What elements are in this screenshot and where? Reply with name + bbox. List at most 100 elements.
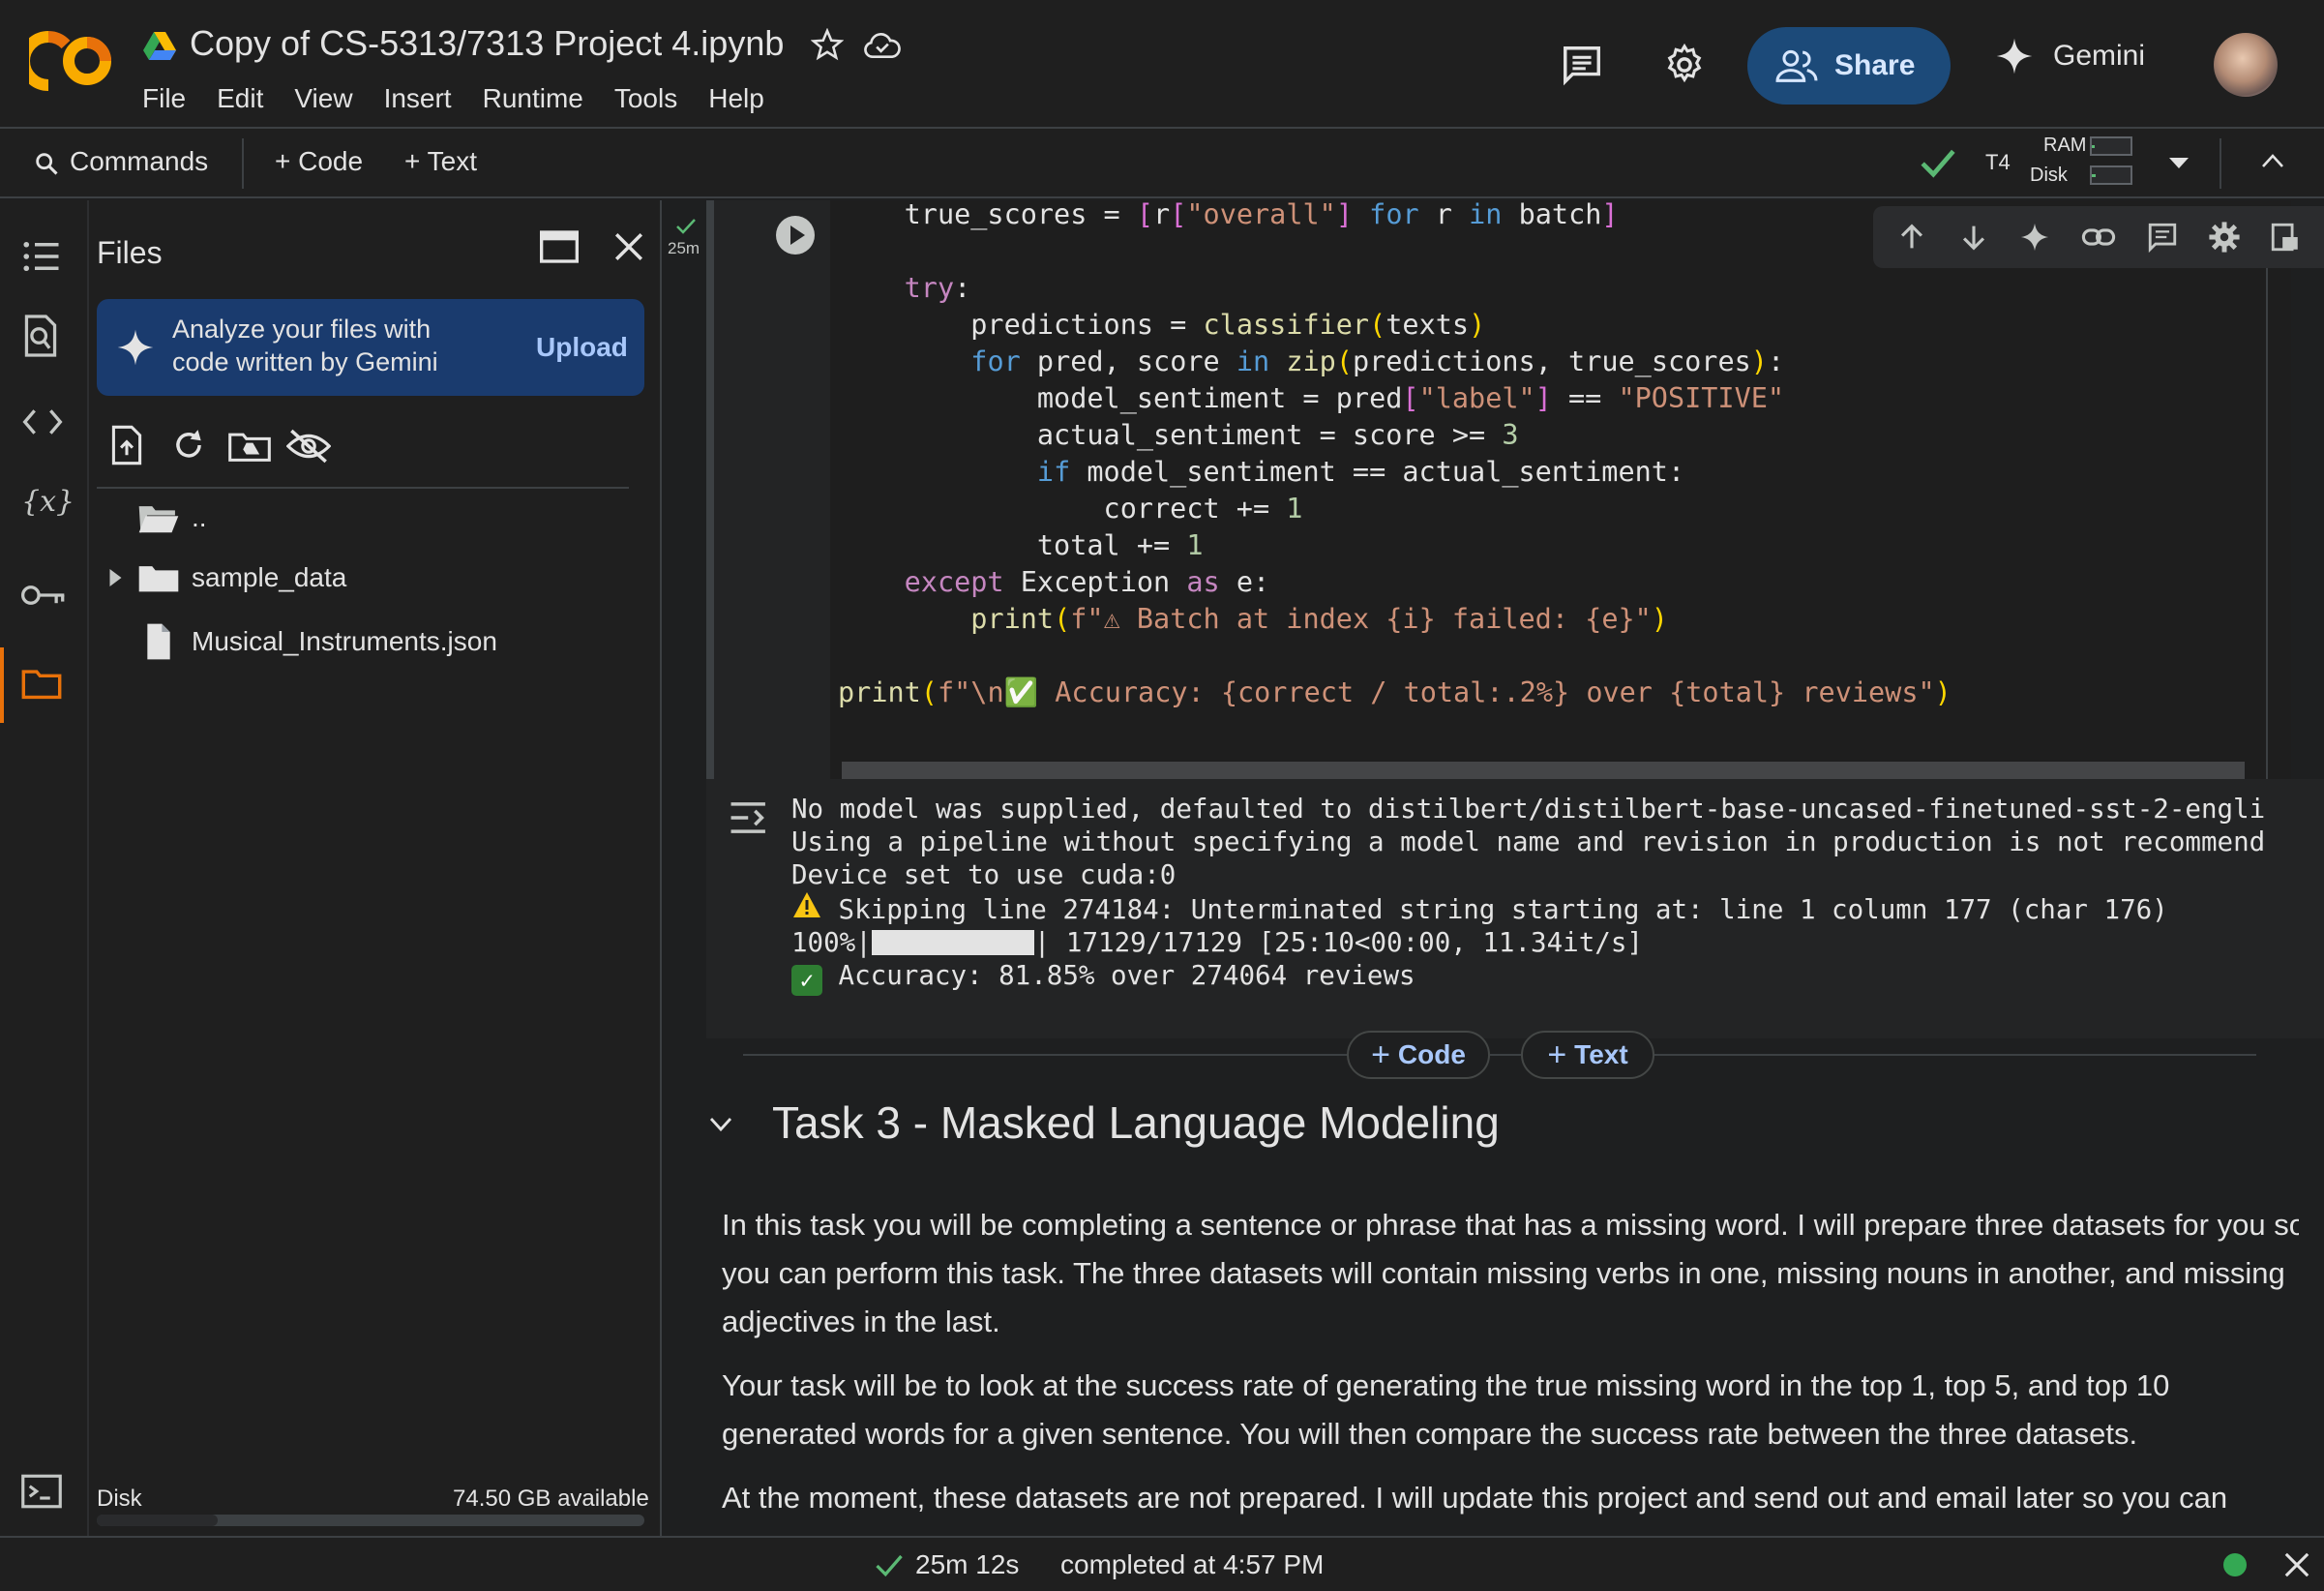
cloud-saved-icon[interactable] [864,30,901,61]
colab-logo[interactable] [29,29,112,93]
cell-output: No model was supplied, defaulted to dist… [706,779,2324,1038]
tree-item-label: sample_data [192,562,347,592]
plus-icon: + [1371,1036,1390,1073]
gemini-sparkle-icon [117,329,154,366]
menu-tools[interactable]: Tools [614,83,677,114]
files-panel: Files Analyze your files with code writt… [89,200,662,1536]
vertical-scrollbar[interactable] [2299,1091,2324,1536]
executed-check-icon [676,219,696,234]
gemini-button[interactable]: Gemini [1995,37,2145,75]
files-panel-title: Files [97,235,163,270]
add-text-label: Text [1574,1039,1628,1069]
comment-icon[interactable] [2146,221,2179,254]
output-actions-icon[interactable] [728,798,772,837]
code-text[interactable]: true_scores = [r["overall"] for r in bat… [838,200,1952,711]
refresh-icon[interactable] [170,427,207,464]
run-cell-button[interactable] [776,216,815,255]
menu-view[interactable]: View [294,83,352,114]
disk-meter [2090,165,2132,185]
link-icon[interactable] [2080,221,2117,254]
code-line: try: [904,272,971,304]
drive-icon[interactable] [143,32,176,61]
variables-icon[interactable]: {x} [21,485,74,519]
output-text[interactable]: No model was supplied, defaulted to dist… [791,793,2265,996]
check-mark-icon: ✓ [791,965,822,996]
open-in-tab-icon[interactable] [540,229,579,264]
search-icon [36,153,58,175]
mirror-cell-icon[interactable] [2269,221,2302,254]
output-line: Using a pipeline without specifying a mo… [791,826,2266,857]
mount-drive-icon[interactable] [228,429,271,464]
add-text-button[interactable]: + Text [404,146,477,177]
close-icon[interactable] [613,231,644,262]
upload-button[interactable]: Upload [536,332,628,363]
cell-toolbar [1873,206,2324,268]
code-snippets-icon[interactable] [21,407,64,436]
upload-file-icon[interactable] [110,425,143,465]
tree-item-musical-instruments[interactable]: Musical_Instruments.json [137,622,497,661]
hide-files-icon[interactable] [286,429,331,464]
files-folder-icon[interactable] [21,667,62,700]
gemini-sparkle-icon [1996,38,2033,75]
horizontal-scrollbar[interactable] [842,762,2245,779]
completion-time: completed at 4:57 PM [1060,1549,1325,1579]
user-avatar[interactable] [2214,33,2278,97]
notebook-area: 25m true_scores = [r["overall"] for r in… [664,200,2324,1536]
expand-arrow-icon[interactable] [97,563,132,592]
add-text-cell-button[interactable]: + Text [1521,1031,1654,1079]
ram-label: RAM [2043,135,2087,156]
cell-gutter: 25m [664,200,706,779]
code-line: total += 1 [838,529,1204,561]
tree-item-parent[interactable]: .. [137,500,207,535]
terminal-icon[interactable] [21,1474,62,1509]
move-up-icon[interactable] [1895,221,1928,254]
toolbar-divider [2220,138,2221,189]
left-rail: {x} [0,200,89,1536]
menu-insert[interactable]: Insert [384,83,452,114]
menu-bar: File Edit View Insert Runtime Tools Help [142,83,795,114]
add-code-cell-button[interactable]: + Code [1347,1031,1490,1079]
gemini-sparkle-icon[interactable] [2018,221,2051,254]
code-line: actual_sentiment = score >= 3 [838,419,1519,451]
code-cell[interactable]: true_scores = [r["overall"] for r in bat… [706,200,2324,779]
comments-icon[interactable] [1560,43,1604,87]
execution-time: 25m [668,239,700,257]
menu-runtime[interactable]: Runtime [483,83,583,114]
notebook-title[interactable]: Copy of CS-5313/7313 Project 4.ipynb [190,23,784,64]
code-line: if model_sentiment == actual_sentiment: [1036,456,1685,488]
disk-usage-bar [97,1515,644,1526]
code-line: true_scores = [r["overall"] for r in bat… [838,200,1619,230]
menu-help[interactable]: Help [708,83,764,114]
progress-suffix: | 17129/17129 [25:10<00:00, 11.34it/s] [1033,927,1643,958]
share-button[interactable]: Share [1747,27,1951,105]
chevron-down-icon[interactable] [708,1116,733,1133]
disk-label: Disk [2030,165,2068,186]
find-replace-icon[interactable] [21,315,60,357]
collapse-header-icon[interactable] [2260,152,2285,169]
paragraph: At the moment, these datasets are not pr… [722,1481,2228,1515]
tree-item-sample-data[interactable]: sample_data [97,560,346,595]
settings-gear-icon[interactable] [1662,43,1707,87]
gemini-banner-text: Analyze your files with code written by … [172,315,438,376]
add-cell-divider [743,1054,2256,1056]
check-icon [876,1554,903,1577]
code-editor[interactable]: true_scores = [r["overall"] for r in bat… [830,200,2324,779]
runtime-dropdown-icon[interactable] [2167,156,2190,171]
commands-button[interactable]: Commands [70,146,208,177]
play-icon [790,225,805,245]
add-code-button[interactable]: + Code [275,146,363,177]
paragraph: In this task you will be completing a se… [722,1208,2306,1338]
code-line: print(f"⚠ Batch at index {i} failed: {e}… [970,603,1668,635]
menu-file[interactable]: File [142,83,186,114]
star-icon[interactable] [811,28,844,61]
move-down-icon[interactable] [1957,221,1990,254]
ram-meter-fill [2092,145,2096,148]
code-line: print(f"\n✅ Accuracy: {correct / total:.… [838,676,1952,708]
secrets-key-icon[interactable] [21,582,66,609]
settings-gear-icon[interactable] [2208,221,2241,254]
close-icon[interactable] [2283,1551,2310,1578]
table-of-contents-icon[interactable] [21,239,62,274]
status-indicator[interactable] [2223,1553,2247,1576]
runtime-type: T4 [1985,150,2011,174]
menu-edit[interactable]: Edit [217,83,263,114]
